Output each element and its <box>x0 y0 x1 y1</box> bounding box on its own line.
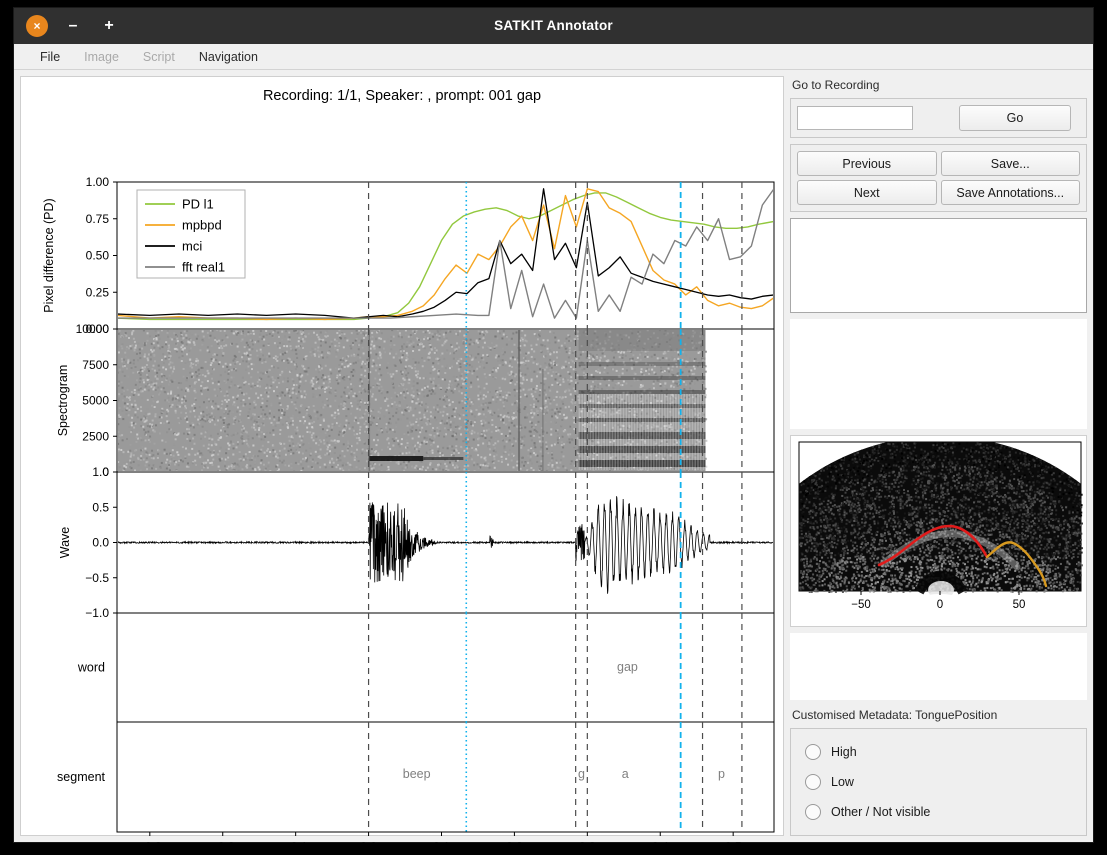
radio-label: High <box>831 745 857 759</box>
previous-button[interactable]: Previous <box>797 151 937 176</box>
save-button[interactable]: Save... <box>941 151 1081 176</box>
svg-text:1.0: 1.0 <box>92 465 109 479</box>
svg-text:0.5: 0.5 <box>725 840 742 854</box>
app-window: × – + SATKIT Annotator File Image Script… <box>14 8 1093 842</box>
menu-image: Image <box>72 48 131 66</box>
ultrasound-canvas[interactable]: −50050 <box>791 436 1088 626</box>
metadata-label: Customised Metadata: TonguePosition <box>790 706 1087 722</box>
menu-navigation[interactable]: Navigation <box>187 48 270 66</box>
svg-text:segment: segment <box>57 770 105 784</box>
svg-text:0.0: 0.0 <box>92 536 109 550</box>
spline-info-pane <box>790 633 1087 700</box>
recording-number-input[interactable] <box>797 106 913 130</box>
radio-option-other[interactable]: Other / Not visible <box>797 797 1080 827</box>
svg-text:−0.5: −0.5 <box>85 571 109 585</box>
next-button[interactable]: Next <box>797 180 937 205</box>
svg-text:7500: 7500 <box>82 358 109 372</box>
svg-text:−0.3: −0.3 <box>138 840 162 854</box>
svg-text:0.5: 0.5 <box>92 500 109 514</box>
radio-icon[interactable] <box>805 774 821 790</box>
svg-text:−1.0: −1.0 <box>85 606 109 620</box>
metadata-group: High Low Other / Not visible <box>790 728 1087 836</box>
figure-canvas[interactable]: 1.000.750.500.250.001000075005000250001.… <box>21 77 783 855</box>
svg-text:0.3: 0.3 <box>579 840 596 854</box>
window-title: SATKIT Annotator <box>14 8 1093 44</box>
radio-icon[interactable] <box>805 804 821 820</box>
svg-text:0.75: 0.75 <box>86 212 110 226</box>
svg-text:Spectrogram: Spectrogram <box>56 365 70 437</box>
svg-text:0.50: 0.50 <box>86 249 110 263</box>
svg-text:Wave: Wave <box>58 527 72 559</box>
svg-text:−0.1: −0.1 <box>284 840 308 854</box>
svg-text:word: word <box>77 661 105 675</box>
info-pane <box>790 319 1087 429</box>
annotation-figure[interactable]: Recording: 1/1, Speaker: , prompt: 001 g… <box>20 76 784 836</box>
ultrasound-figure[interactable]: −50050 <box>790 435 1087 627</box>
menu-file[interactable]: File <box>28 48 72 66</box>
svg-text:0.25: 0.25 <box>86 285 110 299</box>
radio-option-low[interactable]: Low <box>797 767 1080 797</box>
radio-option-high[interactable]: High <box>797 737 1080 767</box>
svg-text:0.4: 0.4 <box>652 840 669 854</box>
svg-text:1.00: 1.00 <box>86 175 110 189</box>
annotation-list[interactable] <box>790 218 1087 313</box>
svg-text:0.0: 0.0 <box>360 840 377 854</box>
svg-text:0.1: 0.1 <box>433 840 450 854</box>
svg-text:2500: 2500 <box>82 429 109 443</box>
menu-script: Script <box>131 48 187 66</box>
svg-text:10000: 10000 <box>76 322 110 336</box>
save-annotations-button[interactable]: Save Annotations... <box>941 180 1081 205</box>
radio-icon[interactable] <box>805 744 821 760</box>
main-content: Recording: 1/1, Speaker: , prompt: 001 g… <box>14 70 1093 842</box>
radio-label: Low <box>831 775 854 789</box>
svg-text:0.2: 0.2 <box>506 840 523 854</box>
radio-label: Other / Not visible <box>831 805 930 819</box>
navigation-group: Previous Save... Next Save Annotations..… <box>790 144 1087 212</box>
svg-text:−0.2: −0.2 <box>211 840 235 854</box>
menu-bar: File Image Script Navigation <box>14 44 1093 70</box>
goto-recording-group: Go <box>790 98 1087 138</box>
svg-text:Pixel difference (PD): Pixel difference (PD) <box>42 198 56 312</box>
goto-recording-label: Go to Recording <box>790 76 1087 92</box>
svg-text:5000: 5000 <box>82 394 109 408</box>
title-bar: × – + SATKIT Annotator <box>14 8 1093 44</box>
go-button[interactable]: Go <box>959 105 1071 131</box>
sidebar: Go to Recording Go Previous Save... Next… <box>790 76 1087 836</box>
